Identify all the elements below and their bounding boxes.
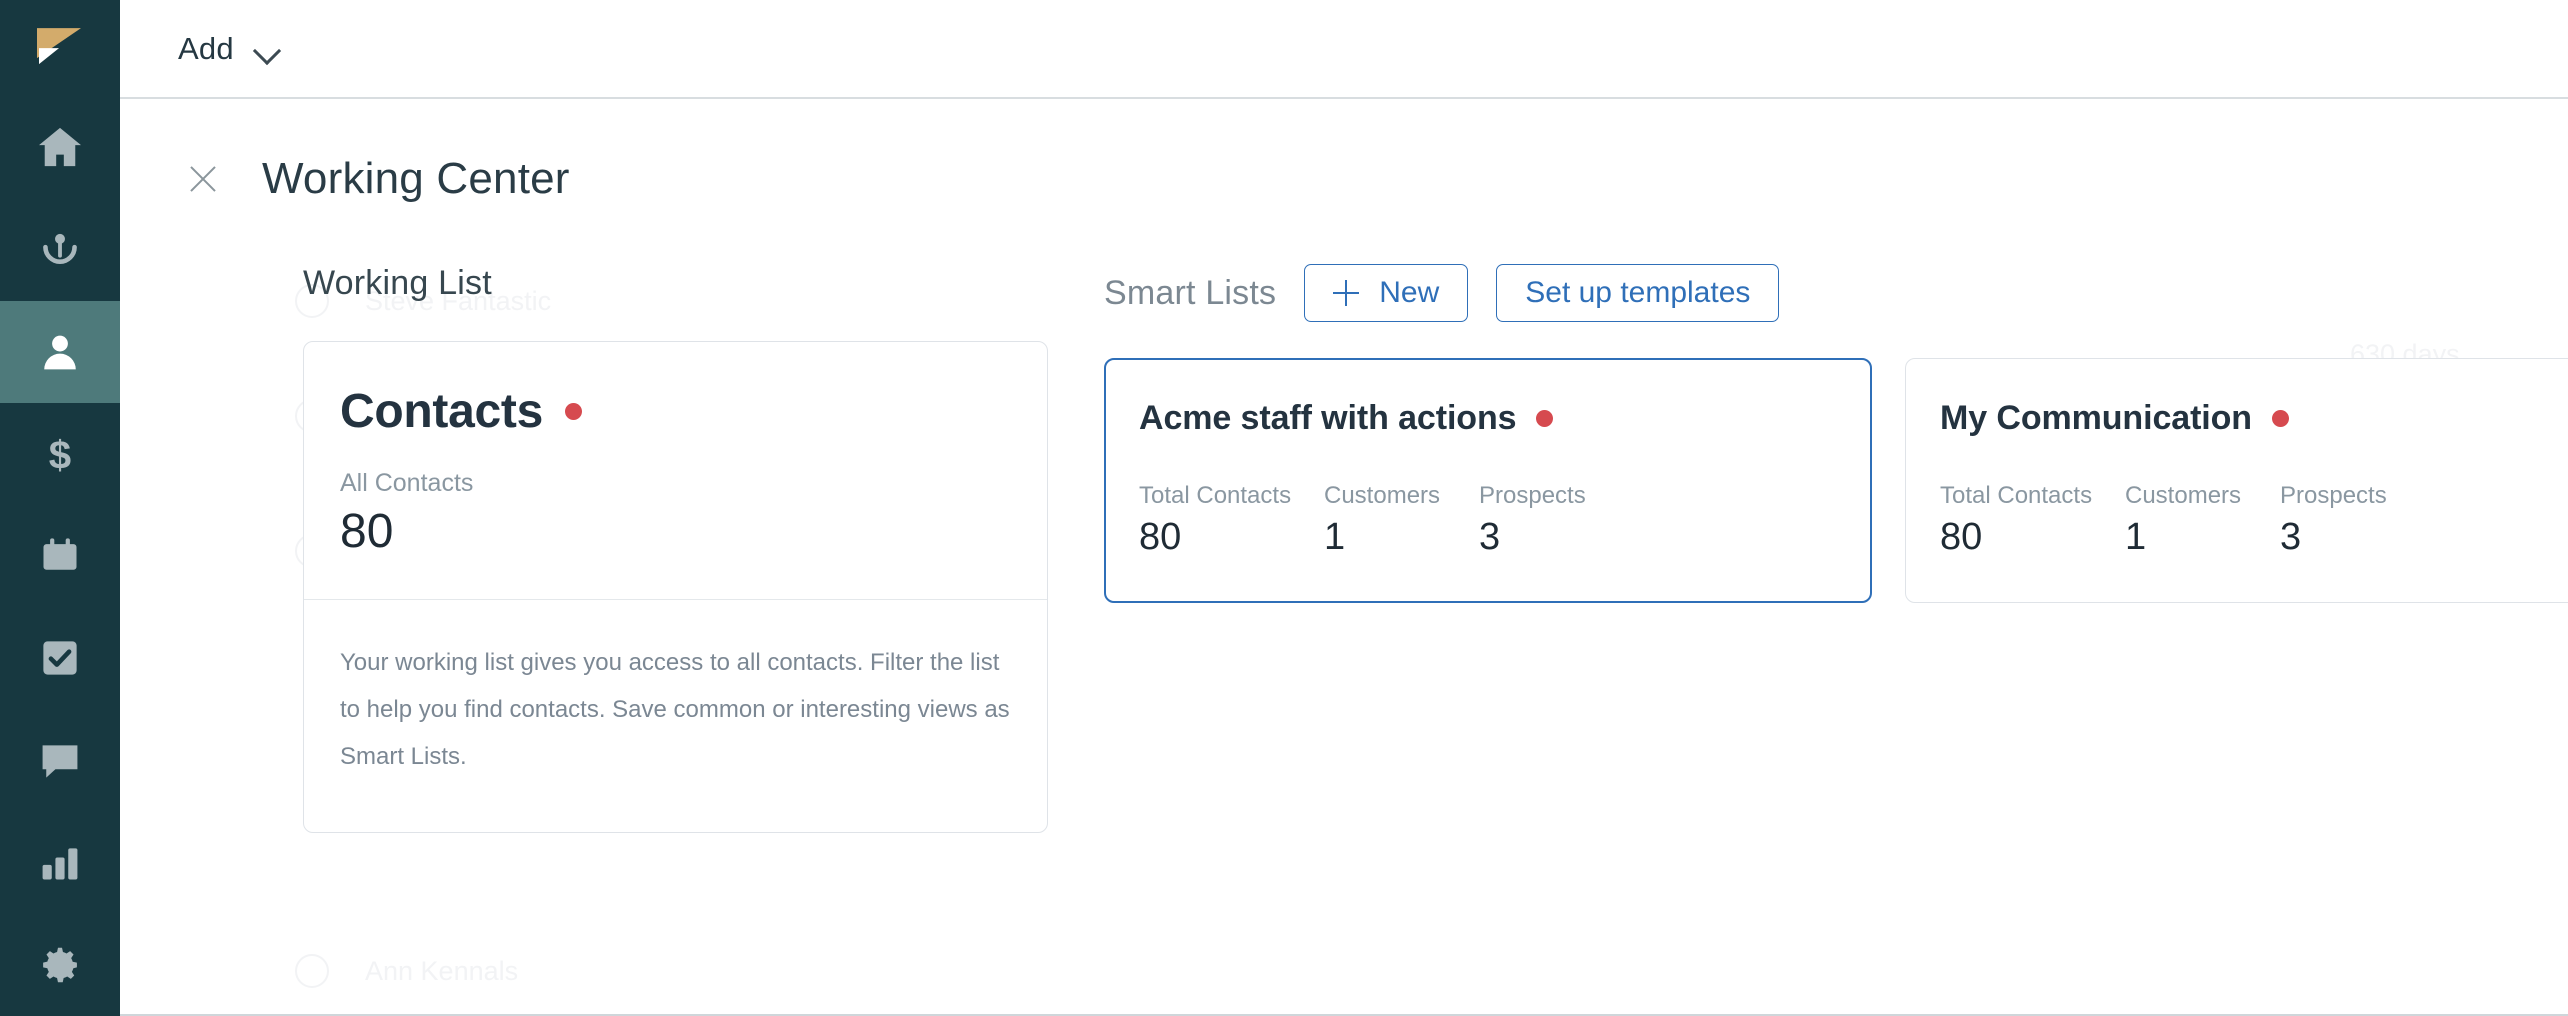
status-dot-icon xyxy=(2272,410,2289,427)
main-sidebar: $ xyxy=(0,0,120,1016)
stat-prospects: Prospects 3 xyxy=(1479,482,1639,560)
smart-list-stats: Total Contacts 80 Customers 1 Prospects … xyxy=(1139,482,1837,560)
working-list-stat-value: 80 xyxy=(340,504,1011,559)
new-button-label: New xyxy=(1379,278,1439,308)
smart-lists-grid: Acme staff with actions Total Contacts 8… xyxy=(1104,358,2568,603)
smart-list-card-header: Acme staff with actions xyxy=(1139,399,1837,438)
smart-list-card[interactable]: My Communication Total Contacts 80 Custo… xyxy=(1905,358,2568,603)
page-title: Working Center xyxy=(262,154,570,204)
calendar-icon xyxy=(38,534,82,578)
sidebar-item-anchor[interactable] xyxy=(0,198,120,300)
working-list-stat-label: All Contacts xyxy=(340,469,1011,498)
smart-list-card-header: My Communication xyxy=(1940,399,2568,438)
page-content: Working Center Working List Contacts All… xyxy=(120,99,2568,1016)
chevron-down-icon xyxy=(254,41,280,56)
sidebar-item-reports[interactable] xyxy=(0,812,120,914)
logo-icon xyxy=(37,26,83,70)
sidebar-item-contacts[interactable] xyxy=(0,301,120,403)
sidebar-item-tasks[interactable] xyxy=(0,607,120,709)
set-up-templates-label: Set up templates xyxy=(1525,278,1750,308)
smart-list-card-title: My Communication xyxy=(1940,399,2252,438)
svg-text:$: $ xyxy=(49,432,71,477)
working-list-card[interactable]: Contacts All Contacts 80 Your working li… xyxy=(303,341,1048,833)
stat-label: Prospects xyxy=(1479,482,1639,510)
plus-icon xyxy=(1333,280,1359,306)
stat-value: 3 xyxy=(2280,516,2440,560)
anchor-icon xyxy=(37,227,83,273)
app-root: $ xyxy=(0,0,2568,1016)
smart-list-card[interactable]: Acme staff with actions Total Contacts 8… xyxy=(1104,358,1872,603)
smart-list-card-title: Acme staff with actions xyxy=(1139,399,1516,438)
working-list-card-body: Contacts All Contacts 80 xyxy=(304,342,1047,599)
sidebar-item-calendar[interactable] xyxy=(0,505,120,607)
status-dot-icon xyxy=(565,403,582,420)
smart-lists-header: Smart Lists New Set up templates xyxy=(1104,264,2568,322)
top-toolbar: Add xyxy=(120,0,2568,99)
stat-label: Prospects xyxy=(2280,482,2440,510)
person-icon xyxy=(38,330,82,374)
checkbox-icon xyxy=(39,637,81,679)
stat-label: Customers xyxy=(2125,482,2280,510)
new-smart-list-button[interactable]: New xyxy=(1304,264,1468,322)
columns-wrapper: Working List Contacts All Contacts 80 Yo… xyxy=(120,204,2568,833)
smart-list-stats: Total Contacts 80 Customers 1 Prospects … xyxy=(1940,482,2568,560)
working-list-description: Your working list gives you access to al… xyxy=(304,600,1047,832)
stat-value: 80 xyxy=(1139,516,1324,560)
dollar-icon: $ xyxy=(39,431,81,477)
stat-value: 1 xyxy=(2125,516,2280,560)
stat-label: Customers xyxy=(1324,482,1479,510)
stat-label: Total Contacts xyxy=(1139,482,1324,510)
stat-total-contacts: Total Contacts 80 xyxy=(1139,482,1324,560)
home-icon xyxy=(37,126,83,168)
bar-chart-icon xyxy=(38,843,82,883)
stat-value: 3 xyxy=(1479,516,1639,560)
add-menu-label: Add xyxy=(178,31,234,67)
page-header: Working Center xyxy=(120,99,2568,204)
main-region: Add Steve Fantastic Joan Crake Aled Thom… xyxy=(120,0,2568,1016)
working-list-heading: Working List xyxy=(178,264,1048,303)
working-list-column: Working List Contacts All Contacts 80 Yo… xyxy=(120,264,1048,833)
sidebar-item-settings[interactable] xyxy=(0,914,120,1016)
sidebar-item-home[interactable] xyxy=(0,96,120,198)
status-dot-icon xyxy=(1536,410,1553,427)
smart-lists-heading: Smart Lists xyxy=(1104,274,1276,313)
gear-icon xyxy=(38,943,82,987)
set-up-templates-button[interactable]: Set up templates xyxy=(1496,264,1779,322)
smart-lists-column: Smart Lists New Set up templates xyxy=(1048,264,2568,603)
company-logo[interactable] xyxy=(0,0,120,96)
stat-prospects: Prospects 3 xyxy=(2280,482,2440,560)
working-list-card-header: Contacts xyxy=(340,384,1011,439)
stat-value: 80 xyxy=(1940,516,2125,560)
add-menu-button[interactable]: Add xyxy=(168,25,290,73)
stat-total-contacts: Total Contacts 80 xyxy=(1940,482,2125,560)
stat-value: 1 xyxy=(1324,516,1479,560)
stat-customers: Customers 1 xyxy=(2125,482,2280,560)
stat-customers: Customers 1 xyxy=(1324,482,1479,560)
chat-icon xyxy=(38,740,82,782)
sidebar-item-deals[interactable]: $ xyxy=(0,403,120,505)
working-list-card-title: Contacts xyxy=(340,384,543,439)
close-icon[interactable] xyxy=(186,162,220,196)
sidebar-item-messages[interactable] xyxy=(0,709,120,811)
stat-label: Total Contacts xyxy=(1940,482,2125,510)
